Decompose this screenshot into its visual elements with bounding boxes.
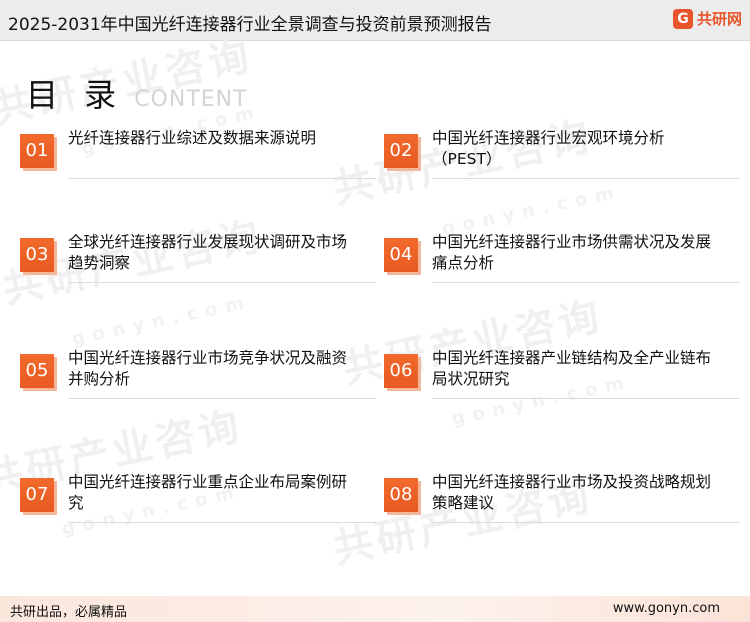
toc-item-number: 01	[20, 134, 54, 168]
toc-heading: 目 录 CONTENT	[26, 70, 248, 116]
toc-item-number: 02	[384, 134, 418, 168]
report-title: 2025-2031年中国光纤连接器行业全景调查与投资前景预测报告	[8, 15, 492, 35]
toc-item-label: 光纤连接器行业综述及数据来源说明	[68, 129, 317, 147]
toc-item-number: 04	[384, 238, 418, 272]
logo-mark-icon: G	[672, 8, 693, 29]
toc-item-label: 中国光纤连接器行业市场供需状况及发展痛点分析	[432, 233, 712, 272]
toc-item-label: 中国光纤连接器行业市场及投资战略规划策略建议	[432, 473, 712, 512]
divider	[68, 398, 376, 399]
logo-text: 共研网	[696, 10, 742, 28]
toc-item-label: 中国光纤连接器行业市场竞争状况及融资并购分析	[68, 349, 348, 388]
toc-item-number: 07	[20, 478, 54, 512]
toc-item-number: 05	[20, 354, 54, 388]
footer-url-link[interactable]: www.gonyn.com	[613, 601, 720, 616]
toc-item-label: 中国光纤连接器行业宏观环境分析（PEST）	[432, 129, 665, 168]
toc-item-label: 中国光纤连接器行业重点企业布局案例研究	[68, 473, 348, 512]
divider	[432, 522, 740, 523]
toc-title: 目 录	[26, 76, 125, 114]
toc-item-label: 中国光纤连接器产业链结构及全产业链布局状况研究	[432, 349, 712, 388]
divider	[68, 178, 376, 179]
divider	[432, 178, 740, 179]
toc-title-en: CONTENT	[134, 87, 248, 112]
footer-slogan: 共研出品，必属精品	[10, 605, 128, 620]
divider	[68, 282, 376, 283]
toc-item-number: 03	[20, 238, 54, 272]
divider	[68, 522, 376, 523]
divider	[432, 282, 740, 283]
toc-item-number: 06	[384, 354, 418, 388]
divider	[432, 398, 740, 399]
brand-logo: G 共研网	[672, 8, 742, 29]
toc-item-label: 全球光纤连接器行业发展现状调研及市场趋势洞察	[68, 233, 348, 272]
footer-bar: 共研出品，必属精品 www.gonyn.com	[0, 596, 750, 622]
toc-item-number: 08	[384, 478, 418, 512]
header-bar: 2025-2031年中国光纤连接器行业全景调查与投资前景预测报告 G 共研网	[0, 0, 750, 41]
watermark-url: gonyn.com	[69, 291, 254, 350]
